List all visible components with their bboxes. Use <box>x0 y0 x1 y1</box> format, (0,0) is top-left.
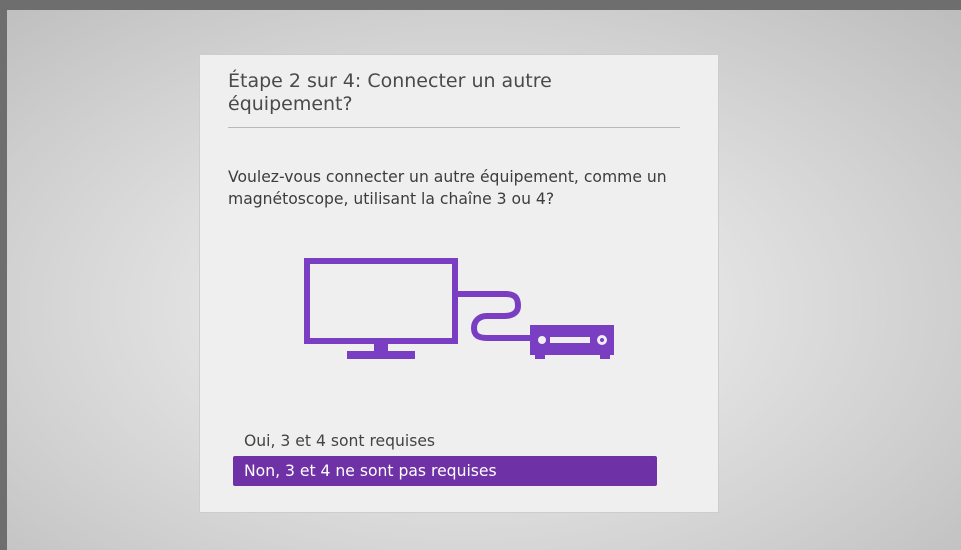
illustration-strokes <box>304 258 532 344</box>
tv-stand-base-icon <box>347 351 415 359</box>
vcr-slot-icon <box>550 337 590 343</box>
vcr-right-knob-center-icon <box>600 338 604 342</box>
tv-connected-to-vcr-icon <box>304 258 614 359</box>
option-yes[interactable]: Oui, 3 et 4 sont requises <box>233 426 657 456</box>
vcr-foot-right-icon <box>600 355 610 359</box>
tv-screen-background: Étape 2 sur 4: Connecter un autre équipe… <box>7 10 961 550</box>
tv-screen-icon <box>304 258 458 344</box>
tv-stand-neck-icon <box>374 341 388 351</box>
setup-dialog: Étape 2 sur 4: Connecter un autre équipe… <box>199 54 719 513</box>
cable-icon <box>455 291 532 341</box>
title-divider <box>228 127 680 128</box>
options-list: Oui, 3 et 4 sont requises Non, 3 et 4 ne… <box>233 426 657 486</box>
vcr-foot-left-icon <box>535 355 545 359</box>
option-no[interactable]: Non, 3 et 4 ne sont pas requises <box>233 456 657 486</box>
question-text: Voulez-vous connecter un autre équipemen… <box>228 168 667 208</box>
dialog-title: Étape 2 sur 4: Connecter un autre équipe… <box>228 70 552 115</box>
vcr-left-knob-icon <box>538 336 546 344</box>
